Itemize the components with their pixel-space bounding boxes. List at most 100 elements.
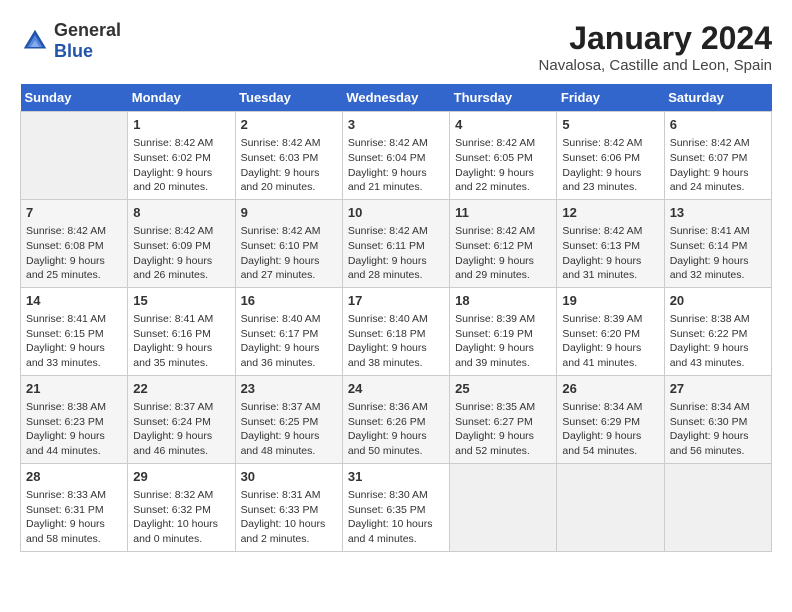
- logo-general: General: [54, 20, 121, 41]
- calendar-cell: 5Sunrise: 8:42 AMSunset: 6:06 PMDaylight…: [557, 112, 664, 200]
- calendar-cell: 19 Sunrise: 8:39 AMSunset: 6:20 PMDayligh…: [557, 287, 664, 375]
- cell-content: Sunrise: 8:37 AMSunset: 6:24 PMDaylight:…: [133, 400, 229, 459]
- day-number: 28: [26, 468, 122, 486]
- calendar-cell: 16Sunrise: 8:40 AMSunset: 6:17 PMDayligh…: [235, 287, 342, 375]
- cell-content: Sunrise: 8:41 AMSunset: 6:14 PMDaylight:…: [670, 224, 766, 283]
- header-saturday: Saturday: [664, 84, 771, 112]
- header-thursday: Thursday: [450, 84, 557, 112]
- day-number: 30: [241, 468, 337, 486]
- cell-content: Sunrise: 8:33 AMSunset: 6:31 PMDaylight:…: [26, 488, 122, 547]
- calendar-header-row: SundayMondayTuesdayWednesdayThursdayFrid…: [21, 84, 772, 112]
- day-number: 10: [348, 204, 444, 222]
- cell-content: Sunrise: 8:42 AMSunset: 6:07 PMDaylight:…: [670, 136, 766, 195]
- logo-text: General Blue: [54, 20, 121, 62]
- calendar-cell: 11 Sunrise: 8:42 AMSunset: 6:12 PMDayligh…: [450, 199, 557, 287]
- calendar-cell: 6 Sunrise: 8:42 AMSunset: 6:07 PMDaylight…: [664, 112, 771, 200]
- calendar-cell: 20Sunrise: 8:38 AMSunset: 6:22 PMDayligh…: [664, 287, 771, 375]
- cell-content: Sunrise: 8:38 AMSunset: 6:23 PMDaylight:…: [26, 400, 122, 459]
- cell-content: Sunrise: 8:42 AMSunset: 6:08 PMDaylight:…: [26, 224, 122, 283]
- calendar-cell: 25Sunrise: 8:35 AMSunset: 6:27 PMDayligh…: [450, 375, 557, 463]
- cell-content: Sunrise: 8:42 AMSunset: 6:12 PMDaylight:…: [455, 224, 551, 283]
- calendar-cell: 17Sunrise: 8:40 AMSunset: 6:18 PMDayligh…: [342, 287, 449, 375]
- header-tuesday: Tuesday: [235, 84, 342, 112]
- day-number: 24: [348, 380, 444, 398]
- day-number: 12: [562, 204, 658, 222]
- day-number: 26: [562, 380, 658, 398]
- day-number: 8: [133, 204, 229, 222]
- calendar-week-3: 14 Sunrise: 8:41 AMSunset: 6:15 PMDayligh…: [21, 287, 772, 375]
- day-number: 21: [26, 380, 122, 398]
- cell-content: Sunrise: 8:35 AMSunset: 6:27 PMDaylight:…: [455, 400, 551, 459]
- calendar-cell: 18 Sunrise: 8:39 AMSunset: 6:19 PMDayligh…: [450, 287, 557, 375]
- cell-content: Sunrise: 8:39 AMSunset: 6:20 PMDaylight:…: [562, 312, 658, 371]
- calendar-cell: [557, 463, 664, 551]
- cell-content: Sunrise: 8:39 AMSunset: 6:19 PMDaylight:…: [455, 312, 551, 371]
- calendar-cell: 15Sunrise: 8:41 AMSunset: 6:16 PMDayligh…: [128, 287, 235, 375]
- cell-content: Sunrise: 8:42 AMSunset: 6:03 PMDaylight:…: [241, 136, 337, 195]
- day-number: 27: [670, 380, 766, 398]
- day-number: 31: [348, 468, 444, 486]
- calendar-cell: 10 Sunrise: 8:42 AMSunset: 6:11 PMDayligh…: [342, 199, 449, 287]
- header-monday: Monday: [128, 84, 235, 112]
- calendar-cell: 23 Sunrise: 8:37 AMSunset: 6:25 PMDayligh…: [235, 375, 342, 463]
- calendar-cell: 28 Sunrise: 8:33 AMSunset: 6:31 PMDayligh…: [21, 463, 128, 551]
- calendar-cell: 30 Sunrise: 8:31 AMSunset: 6:33 PMDayligh…: [235, 463, 342, 551]
- calendar-cell: 14 Sunrise: 8:41 AMSunset: 6:15 PMDayligh…: [21, 287, 128, 375]
- calendar-cell: [21, 112, 128, 200]
- day-number: 4: [455, 116, 551, 134]
- day-number: 20: [670, 292, 766, 310]
- day-number: 14: [26, 292, 122, 310]
- cell-content: Sunrise: 8:42 AMSunset: 6:05 PMDaylight:…: [455, 136, 551, 195]
- calendar-cell: 31 Sunrise: 8:30 AMSunset: 6:35 PMDayligh…: [342, 463, 449, 551]
- calendar-cell: 4 Sunrise: 8:42 AMSunset: 6:05 PMDaylight…: [450, 112, 557, 200]
- day-number: 1: [133, 116, 229, 134]
- calendar-cell: [450, 463, 557, 551]
- cell-content: Sunrise: 8:40 AMSunset: 6:18 PMDaylight:…: [348, 312, 444, 371]
- calendar-cell: 7 Sunrise: 8:42 AMSunset: 6:08 PMDaylight…: [21, 199, 128, 287]
- day-number: 11: [455, 204, 551, 222]
- day-number: 22: [133, 380, 229, 398]
- cell-content: Sunrise: 8:42 AMSunset: 6:13 PMDaylight:…: [562, 224, 658, 283]
- day-number: 6: [670, 116, 766, 134]
- page-title: January 2024: [539, 20, 772, 57]
- calendar-cell: 29Sunrise: 8:32 AMSunset: 6:32 PMDayligh…: [128, 463, 235, 551]
- calendar-week-4: 21 Sunrise: 8:38 AMSunset: 6:23 PMDayligh…: [21, 375, 772, 463]
- calendar-cell: 12 Sunrise: 8:42 AMSunset: 6:13 PMDayligh…: [557, 199, 664, 287]
- day-number: 3: [348, 116, 444, 134]
- calendar-cell: 3 Sunrise: 8:42 AMSunset: 6:04 PMDaylight…: [342, 112, 449, 200]
- page-header: General Blue January 2024 Navalosa, Cast…: [20, 20, 772, 74]
- day-number: 18: [455, 292, 551, 310]
- day-number: 9: [241, 204, 337, 222]
- cell-content: Sunrise: 8:37 AMSunset: 6:25 PMDaylight:…: [241, 400, 337, 459]
- cell-content: Sunrise: 8:31 AMSunset: 6:33 PMDaylight:…: [241, 488, 337, 547]
- calendar-cell: 24 Sunrise: 8:36 AMSunset: 6:26 PMDayligh…: [342, 375, 449, 463]
- cell-content: Sunrise: 8:42 AMSunset: 6:10 PMDaylight:…: [241, 224, 337, 283]
- header-sunday: Sunday: [21, 84, 128, 112]
- day-number: 5: [562, 116, 658, 134]
- calendar-week-5: 28 Sunrise: 8:33 AMSunset: 6:31 PMDayligh…: [21, 463, 772, 551]
- logo-icon: [20, 26, 50, 56]
- cell-content: Sunrise: 8:36 AMSunset: 6:26 PMDaylight:…: [348, 400, 444, 459]
- day-number: 23: [241, 380, 337, 398]
- calendar-cell: [664, 463, 771, 551]
- cell-content: Sunrise: 8:42 AMSunset: 6:04 PMDaylight:…: [348, 136, 444, 195]
- calendar-cell: 8 Sunrise: 8:42 AMSunset: 6:09 PMDaylight…: [128, 199, 235, 287]
- cell-content: Sunrise: 8:30 AMSunset: 6:35 PMDaylight:…: [348, 488, 444, 547]
- cell-content: Sunrise: 8:41 AMSunset: 6:15 PMDaylight:…: [26, 312, 122, 371]
- cell-content: Sunrise: 8:42 AMSunset: 6:09 PMDaylight:…: [133, 224, 229, 283]
- day-number: 16: [241, 292, 337, 310]
- calendar-week-2: 7 Sunrise: 8:42 AMSunset: 6:08 PMDaylight…: [21, 199, 772, 287]
- cell-content: Sunrise: 8:42 AMSunset: 6:11 PMDaylight:…: [348, 224, 444, 283]
- day-number: 13: [670, 204, 766, 222]
- day-number: 2: [241, 116, 337, 134]
- page-subtitle: Navalosa, Castille and Leon, Spain: [539, 57, 772, 74]
- day-number: 19: [562, 292, 658, 310]
- cell-content: Sunrise: 8:41 AMSunset: 6:16 PMDaylight:…: [133, 312, 229, 371]
- calendar-cell: 1Sunrise: 8:42 AMSunset: 6:02 PMDaylight…: [128, 112, 235, 200]
- calendar-table: SundayMondayTuesdayWednesdayThursdayFrid…: [20, 84, 772, 552]
- logo-blue: Blue: [54, 41, 121, 62]
- cell-content: Sunrise: 8:34 AMSunset: 6:29 PMDaylight:…: [562, 400, 658, 459]
- calendar-cell: 22 Sunrise: 8:37 AMSunset: 6:24 PMDayligh…: [128, 375, 235, 463]
- calendar-cell: 9 Sunrise: 8:42 AMSunset: 6:10 PMDaylight…: [235, 199, 342, 287]
- day-number: 7: [26, 204, 122, 222]
